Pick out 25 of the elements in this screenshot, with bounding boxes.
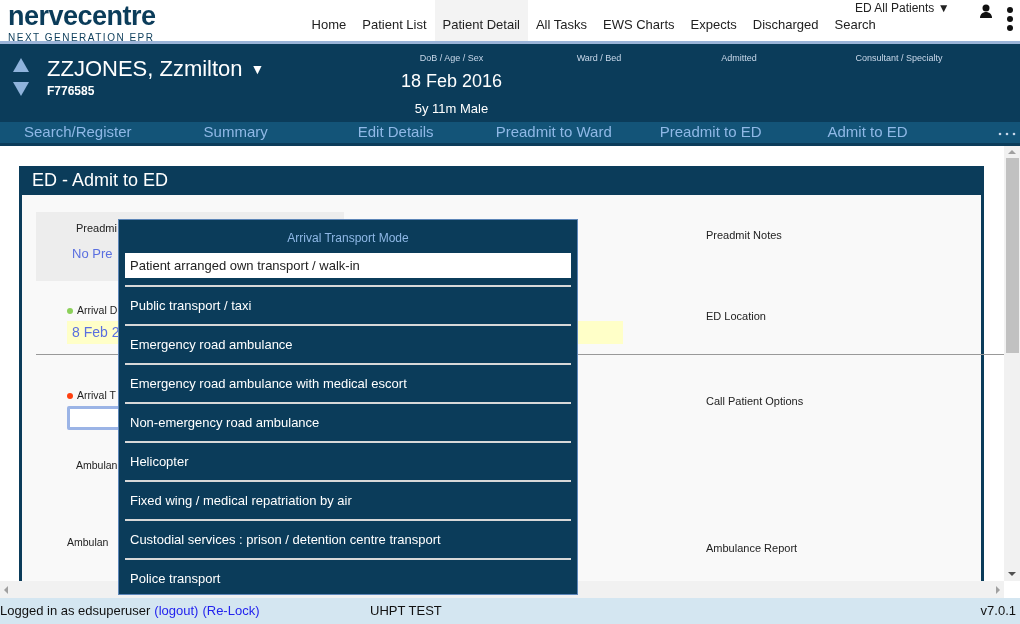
dropdown-title: Arrival Transport Mode bbox=[286, 230, 410, 247]
login-status: Logged in as edsuperuser bbox=[0, 602, 151, 621]
version: v7.0.1 bbox=[980, 602, 1016, 621]
field-value: 5y 11m Male bbox=[414, 99, 489, 118]
field-label: Arrival T bbox=[77, 388, 116, 403]
patient-name: ZZJONES, Zzmilton bbox=[47, 56, 243, 82]
field-label: Preadmi bbox=[76, 221, 118, 236]
field-label: DoB / Age / Sex bbox=[419, 52, 484, 65]
field-value: 18 Feb 2016 bbox=[400, 69, 503, 93]
logo: nervecentre bbox=[8, 2, 156, 30]
field-label: Consultant / Specialty bbox=[855, 52, 943, 65]
field-label: ED Location bbox=[706, 310, 766, 322]
panel-title: ED - Admit to ED bbox=[22, 166, 981, 195]
field-label: Admitted bbox=[721, 52, 757, 65]
field-value: No Pre bbox=[72, 245, 113, 261]
field-label: Ambulan bbox=[67, 535, 109, 550]
patient-id: F776585 bbox=[47, 83, 96, 100]
tagline: NEXT GENERATION EPR bbox=[8, 31, 156, 45]
site-name: UHPT TEST bbox=[370, 602, 442, 621]
field-label: Arrival D bbox=[77, 303, 118, 318]
field-label: Ward / Bed bbox=[576, 52, 622, 65]
field-label: Call Patient Options bbox=[706, 395, 804, 407]
field-label: Ambulance Report bbox=[706, 542, 798, 554]
field-label: Preadmit Notes bbox=[706, 229, 782, 241]
field-label: Ambulan bbox=[76, 458, 118, 473]
